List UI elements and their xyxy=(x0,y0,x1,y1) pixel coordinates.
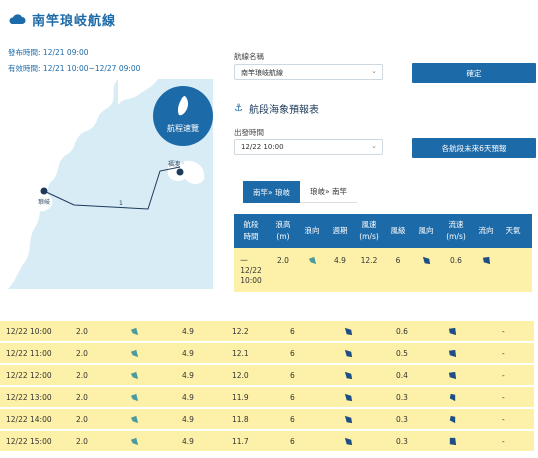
wind-dir-icon xyxy=(344,371,396,380)
current-dir-icon xyxy=(448,393,502,402)
header-current-dir: 流向 xyxy=(478,226,494,235)
route-label: 航線名稱 xyxy=(234,52,264,61)
tab-nangan-langqi[interactable]: 南竿» 琅岐 xyxy=(243,181,300,203)
header-weather: 天氣 xyxy=(505,226,521,235)
wind-dir-icon xyxy=(344,393,396,402)
table-row: 12/22 10:00 2.0 4.9 12.2 6 0.6 - xyxy=(0,321,534,343)
depart-label: 出發時間 xyxy=(234,128,264,137)
cloud-icon xyxy=(9,14,26,24)
publish-time: 發布時間: 12/21 09:00 xyxy=(8,48,89,57)
chevron-down-icon: ⌄ xyxy=(371,142,377,150)
table-row: 12/22 14:00 2.0 4.9 11.8 6 0.3 - xyxy=(0,409,534,431)
header-period: 週期 xyxy=(332,226,348,235)
forecast-button[interactable]: 各航段未來6天預報 xyxy=(412,138,536,158)
current-dir-icon xyxy=(448,327,502,336)
wind-dir-icon xyxy=(344,415,396,424)
header-wave-dir: 浪向 xyxy=(304,226,320,235)
table-row: 12/22 12:00 2.0 4.9 12.0 6 0.4 - xyxy=(0,365,534,387)
overview-button[interactable]: 航程速覽 xyxy=(153,86,213,146)
chevron-down-icon: ⌄ xyxy=(371,67,377,75)
nangan-label: 福澳 xyxy=(168,161,181,168)
confirm-button[interactable]: 確定 xyxy=(412,63,536,83)
wind-dir-icon xyxy=(344,349,396,358)
current-dir-icon xyxy=(448,371,502,380)
depart-select[interactable]: 12/22 10:00 ⌄ xyxy=(234,139,383,155)
table-row: 一 12/22 10:00 2.0 4.9 12.2 6 0.6 xyxy=(234,248,532,292)
wave-dir-icon xyxy=(130,349,182,358)
hourly-table: 12/22 10:00 2.0 4.9 12.2 6 0.6 - 12/22 1… xyxy=(0,321,534,453)
page-header: 南竿琅岐航線 xyxy=(8,8,116,30)
page-title: 南竿琅岐航線 xyxy=(32,13,117,29)
header-wind: 風速 (m/s) xyxy=(359,220,379,241)
taiwan-icon xyxy=(177,96,189,116)
wave-dir-icon xyxy=(298,248,326,292)
wave-dir-icon xyxy=(130,371,182,380)
current-dir-icon xyxy=(448,437,502,446)
wave-dir-icon xyxy=(130,327,182,336)
anchor-icon: ⚓ xyxy=(234,103,243,114)
wind-dir-icon xyxy=(412,248,440,292)
current-dir-icon xyxy=(472,248,500,292)
direction-tabs: 南竿» 琅岐 琅岐» 南竿 xyxy=(243,181,357,203)
header-current: 流速 (m/s) xyxy=(446,220,466,241)
wave-dir-icon xyxy=(130,415,182,424)
wind-dir-icon xyxy=(344,437,396,446)
wave-dir-icon xyxy=(130,437,182,446)
table-row: 12/22 11:00 2.0 4.9 12.1 6 0.5 - xyxy=(0,343,534,365)
route-number: 1 xyxy=(119,200,123,207)
wave-dir-icon xyxy=(130,393,182,402)
table-header: 航段 時間 浪高 (m) 浪向 週期 風速 (m/s) 風級 風向 流速 (m/… xyxy=(234,214,532,248)
forecast-table: 航段 時間 浪高 (m) 浪向 週期 風速 (m/s) 風級 風向 流速 (m/… xyxy=(234,214,532,292)
wind-dir-icon xyxy=(344,327,396,336)
section-title: ⚓ 航段海象預報表 xyxy=(234,103,319,116)
current-dir-icon xyxy=(448,415,502,424)
table-row: 12/22 13:00 2.0 4.9 11.9 6 0.3 - xyxy=(0,387,534,409)
current-dir-icon xyxy=(448,349,502,358)
header-level: 風級 xyxy=(390,226,406,235)
header-wind-dir: 風向 xyxy=(418,226,434,235)
valid-time: 有效時間: 12/21 10:00~12/27 09:00 xyxy=(8,64,141,73)
langqi-label: 琅岐 xyxy=(38,199,51,206)
route-select[interactable]: 南竿琅岐航線 ⌄ xyxy=(234,64,383,80)
table-row: 12/22 15:00 2.0 4.9 11.7 6 0.3 - xyxy=(0,431,534,453)
tab-langqi-nangan[interactable]: 琅岐» 南竿 xyxy=(299,181,357,203)
header-time: 航段 時間 xyxy=(243,220,259,241)
header-wave: 浪高 (m) xyxy=(275,220,291,241)
